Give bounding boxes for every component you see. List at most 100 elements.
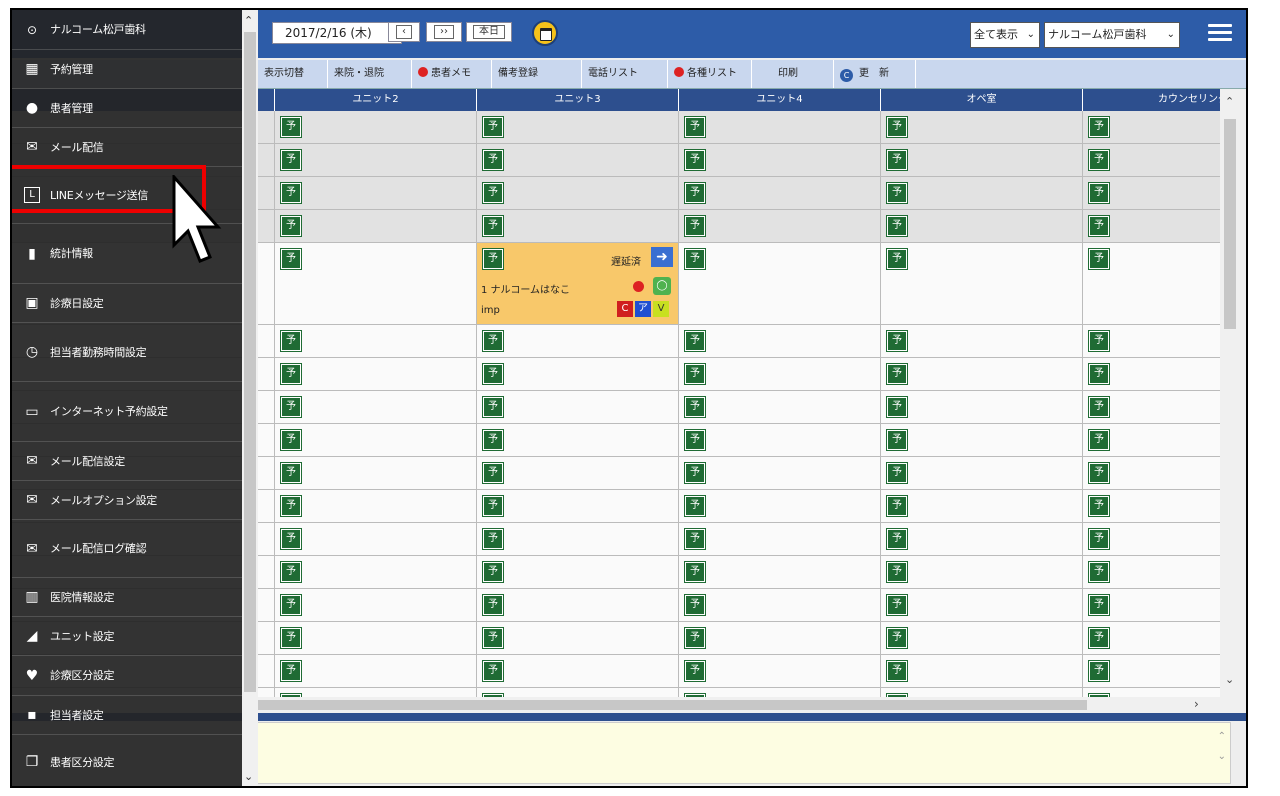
slot-cell[interactable]: 予 xyxy=(1082,589,1220,621)
slot-cell[interactable]: 予 xyxy=(1082,358,1220,390)
toolbar-print[interactable]: 印刷 xyxy=(752,60,834,88)
slot-cell[interactable]: 予 xyxy=(1082,144,1220,176)
reserve-button[interactable]: 予 xyxy=(1089,595,1109,615)
slot-cell[interactable]: 予 xyxy=(274,688,476,697)
reserve-button[interactable]: 予 xyxy=(1089,117,1109,137)
slot-cell[interactable]: 予 xyxy=(880,210,1082,242)
vertical-scrollbar[interactable]: ⌃ ⌄ xyxy=(1220,89,1240,699)
reserve-button[interactable]: 予 xyxy=(685,117,705,137)
reserve-button[interactable]: 予 xyxy=(887,496,907,516)
calendar-icon[interactable] xyxy=(532,20,558,46)
reserve-button[interactable]: 予 xyxy=(887,430,907,450)
slot-cell[interactable]: 予 xyxy=(880,589,1082,621)
slot-cell[interactable]: 予 xyxy=(476,457,678,489)
reserve-button[interactable]: 予 xyxy=(685,216,705,236)
slot-cell[interactable]: 予 xyxy=(880,556,1082,588)
sidebar-item[interactable]: ✉ メール配信ログ確認 xyxy=(12,520,242,578)
reserve-button[interactable]: 予 xyxy=(483,628,503,648)
slot-cell[interactable]: 予 xyxy=(1082,490,1220,522)
reserve-button[interactable]: 予 xyxy=(887,150,907,170)
reserve-button[interactable]: 予 xyxy=(1089,183,1109,203)
reserve-button[interactable]: 予 xyxy=(281,463,301,483)
sidebar-item[interactable]: ● 患者管理 xyxy=(12,89,242,128)
toolbar-visit[interactable]: 来院・退院 xyxy=(328,60,412,88)
slot-cell[interactable]: 予 xyxy=(880,523,1082,555)
reserve-button[interactable]: 予 xyxy=(1089,249,1109,269)
slot-cell[interactable]: 予 xyxy=(1082,391,1220,423)
slot-cell[interactable]: 予 xyxy=(880,490,1082,522)
slot-cell[interactable]: 予 xyxy=(880,655,1082,687)
slot-cell[interactable]: 予 xyxy=(678,243,880,324)
slot-cell[interactable]: 予 xyxy=(274,177,476,209)
reserve-button[interactable]: 予 xyxy=(685,463,705,483)
slot-cell[interactable]: 予 xyxy=(880,358,1082,390)
slot-cell[interactable]: 予 xyxy=(1082,523,1220,555)
reserve-button[interactable]: 予 xyxy=(483,117,503,137)
slot-cell[interactable]: 予 xyxy=(476,556,678,588)
slot-cell[interactable]: 予 xyxy=(880,177,1082,209)
slot-cell[interactable]: 予 xyxy=(1082,556,1220,588)
reserve-button[interactable]: 予 xyxy=(483,562,503,582)
slot-cell[interactable]: 予 xyxy=(678,144,880,176)
sidebar-item[interactable]: ♥ 診療区分設定 xyxy=(12,656,242,696)
sidebar-scrollbar[interactable]: ⌃ ⌄ xyxy=(242,10,258,786)
appointment-card[interactable]: 予 遅延済 ➜ 1 ナルコームはなこ ◯ imp C ア V xyxy=(476,243,678,324)
slot-cell[interactable]: 予 xyxy=(678,655,880,687)
slot-cell[interactable]: 予 xyxy=(678,457,880,489)
arrow-right-icon[interactable]: ➜ xyxy=(651,247,673,267)
reserve-button[interactable]: 予 xyxy=(887,397,907,417)
reserve-button[interactable]: 予 xyxy=(281,150,301,170)
hamburger-menu-icon[interactable] xyxy=(1208,24,1232,42)
reserve-button[interactable]: 予 xyxy=(281,628,301,648)
reserve-button[interactable]: 予 xyxy=(685,430,705,450)
slot-cell[interactable]: 予 xyxy=(274,622,476,654)
reserve-button[interactable]: 予 xyxy=(483,249,503,269)
sidebar-item[interactable]: ✉ メールオプション設定 xyxy=(12,481,242,520)
reserve-button[interactable]: 予 xyxy=(281,397,301,417)
reserve-button[interactable]: 予 xyxy=(281,496,301,516)
reserve-button[interactable]: 予 xyxy=(281,249,301,269)
slot-cell[interactable]: 予 xyxy=(678,177,880,209)
reserve-button[interactable]: 予 xyxy=(1089,562,1109,582)
slot-cell[interactable]: 予 xyxy=(1082,210,1220,242)
reserve-button[interactable]: 予 xyxy=(887,463,907,483)
reserve-button[interactable]: 予 xyxy=(1089,529,1109,549)
slot-cell[interactable]: 予 xyxy=(476,688,678,697)
slot-cell[interactable]: 予 xyxy=(274,243,476,324)
slot-cell[interactable]: 予 xyxy=(1082,177,1220,209)
reserve-button[interactable]: 予 xyxy=(1089,463,1109,483)
reserve-button[interactable]: 予 xyxy=(685,364,705,384)
slot-cell[interactable]: 予 xyxy=(476,622,678,654)
slot-cell[interactable]: 予 xyxy=(274,589,476,621)
slot-cell[interactable]: 予 xyxy=(880,391,1082,423)
notes-textarea[interactable]: ⌃ ⌄ xyxy=(257,722,1231,784)
slot-cell[interactable]: 予 xyxy=(274,556,476,588)
slot-cell[interactable]: 予 xyxy=(476,210,678,242)
slot-cell[interactable]: 予 xyxy=(476,490,678,522)
reserve-button[interactable]: 予 xyxy=(685,249,705,269)
reserve-button[interactable]: 予 xyxy=(281,364,301,384)
slot-cell[interactable]: 予 xyxy=(476,325,678,357)
reserve-button[interactable]: 予 xyxy=(483,150,503,170)
reserve-button[interactable]: 予 xyxy=(685,661,705,681)
patient-name[interactable]: 1 ナルコームはなこ xyxy=(481,281,570,296)
slot-cell[interactable]: 予 xyxy=(274,655,476,687)
reserve-button[interactable]: 予 xyxy=(483,595,503,615)
slot-cell[interactable]: 予 xyxy=(274,391,476,423)
slot-cell[interactable]: 予 xyxy=(1082,655,1220,687)
reserve-button[interactable]: 予 xyxy=(887,628,907,648)
slot-cell[interactable]: 予 xyxy=(678,424,880,456)
reserve-button[interactable]: 予 xyxy=(281,331,301,351)
slot-cell[interactable]: 予 xyxy=(678,391,880,423)
slot-cell[interactable]: 予 xyxy=(678,358,880,390)
slot-cell[interactable]: 予 xyxy=(476,111,678,143)
toolbar-phone-list[interactable]: 電話リスト xyxy=(582,60,668,88)
view-select[interactable]: 全て表示 ⌄ xyxy=(970,22,1040,48)
slot-cell[interactable]: 予 xyxy=(678,325,880,357)
slot-cell[interactable]: 予 xyxy=(1082,688,1220,697)
slot-cell[interactable]: 予 xyxy=(274,523,476,555)
sidebar-item[interactable]: ◷ 担当者勤務時間設定 xyxy=(12,323,242,382)
clinic-select[interactable]: ナルコーム松戸歯科 ⌄ xyxy=(1044,22,1180,48)
reserve-button[interactable]: 予 xyxy=(483,183,503,203)
slot-cell[interactable]: 予 xyxy=(678,556,880,588)
